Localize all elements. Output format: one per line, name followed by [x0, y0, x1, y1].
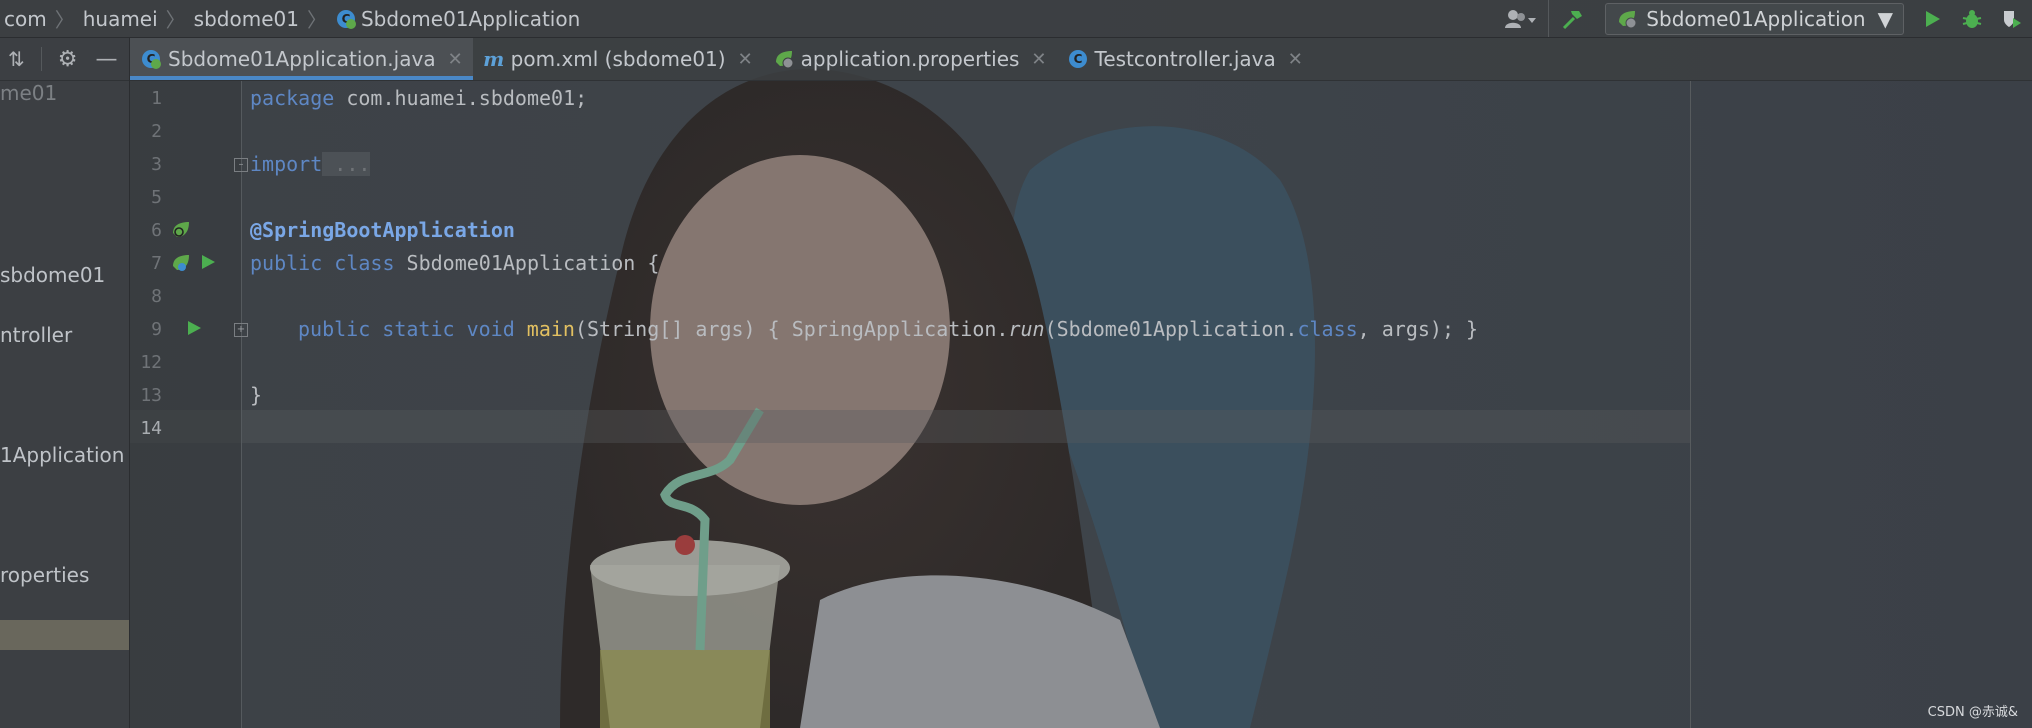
code-line[interactable]: public static void main(String[] args) {… — [298, 317, 1478, 341]
tree-item[interactable]: ntroller — [0, 323, 72, 347]
project-panel: ⇅ ⚙ — me01 sbdome01 ntroller 1Applicatio… — [0, 38, 130, 728]
hammer-icon — [1563, 10, 1583, 29]
navigation-bar: com 〉 huamei 〉 sbdome01 〉 C Sbdome01Appl… — [0, 0, 2032, 38]
static-method-call: run — [1008, 317, 1045, 341]
chevron-right-icon: 〉 — [54, 8, 75, 32]
selected-tree-row[interactable] — [0, 620, 129, 650]
tree-item[interactable]: 1Application — [0, 443, 124, 467]
line-number: 6 — [151, 220, 162, 241]
code-text: (String[] args) { SpringApplication. — [574, 317, 1009, 341]
line-number: 13 — [140, 385, 162, 406]
spring-class-icon: C — [142, 50, 161, 69]
breadcrumb-item-current[interactable]: C Sbdome01Application — [327, 7, 588, 31]
line-number: 5 — [151, 187, 162, 208]
run-gutter-icon[interactable] — [200, 254, 216, 270]
code-text: com.huamei.sbdome01; — [334, 86, 588, 110]
line-number: 12 — [140, 352, 162, 373]
chevron-right-icon: 〉 — [165, 8, 186, 32]
class-icon: C — [1068, 50, 1087, 68]
tab-label: application.properties — [800, 47, 1020, 71]
close-icon[interactable]: ✕ — [1031, 49, 1046, 70]
bug-icon — [1962, 9, 1982, 28]
coverage-button[interactable] — [1992, 0, 2032, 37]
gear-icon[interactable]: ⚙ — [58, 47, 78, 72]
keyword: public static void — [298, 317, 515, 341]
line-number: 1 — [151, 88, 162, 109]
line-number: 14 — [140, 418, 162, 439]
right-margin-guide — [1690, 81, 1691, 728]
code-line[interactable]: package com.huamei.sbdome01; — [250, 86, 587, 110]
code-line[interactable]: public class Sbdome01Application { — [250, 251, 659, 275]
caret-down-icon: ▼ — [1877, 6, 1893, 31]
breadcrumb-item[interactable]: com — [0, 7, 55, 31]
run-configuration-select[interactable]: Sbdome01Application ▼ — [1605, 2, 1904, 35]
spring-bean-icon[interactable] — [170, 252, 192, 274]
editor-tabs: C Sbdome01Application.java ✕ m pom.xml (… — [130, 38, 2032, 81]
breadcrumb-item[interactable]: huamei — [75, 7, 166, 31]
code-text: Sbdome01Application { — [394, 251, 660, 275]
keyword: class — [1297, 317, 1358, 341]
line-number: 7 — [151, 253, 162, 274]
user-switch-button[interactable] — [1494, 0, 1548, 37]
user-icon — [1505, 9, 1537, 28]
svg-text:C: C — [1073, 52, 1082, 66]
method-name: main — [526, 317, 575, 341]
shield-run-icon — [2004, 10, 2021, 28]
tab-sbdome01application-java[interactable]: C Sbdome01Application.java ✕ — [130, 38, 473, 80]
toolbar-divider — [40, 47, 42, 71]
code-line[interactable]: @SpringBootApplication — [250, 218, 515, 242]
line-number: 9 — [151, 319, 162, 340]
breadcrumb-label: Sbdome01Application — [360, 6, 581, 31]
line-number: 8 — [151, 286, 162, 307]
fold-icon[interactable]: + — [234, 323, 248, 337]
maven-icon: m — [483, 47, 505, 71]
run-configuration-label: Sbdome01Application — [1646, 6, 1866, 31]
folded-imports[interactable]: ... — [322, 152, 371, 176]
code-text: (Sbdome01Application. — [1044, 317, 1298, 341]
tab-label: Testcontroller.java — [1094, 47, 1276, 71]
tab-testcontroller-java[interactable]: C Testcontroller.java ✕ — [1057, 38, 1313, 80]
breadcrumb: com 〉 huamei 〉 sbdome01 〉 C Sbdome01Appl… — [0, 0, 588, 37]
project-toolbar: ⇅ ⚙ — — [0, 38, 129, 81]
spring-boot-icon — [1619, 10, 1637, 28]
close-icon[interactable]: ✕ — [448, 49, 463, 70]
line-number: 3 — [151, 154, 162, 175]
close-icon[interactable]: ✕ — [1288, 49, 1303, 70]
tab-label: pom.xml (sbdome01) — [510, 47, 726, 71]
code-text: } — [250, 383, 263, 407]
minimize-icon[interactable]: — — [96, 47, 118, 72]
keyword: public class — [250, 251, 395, 275]
code-line[interactable]: } — [250, 383, 262, 407]
tab-application-properties[interactable]: application.properties ✕ — [763, 38, 1057, 80]
watermark: CSDN @赤诚& — [1927, 705, 2018, 720]
tree-item[interactable]: me01 — [0, 81, 57, 105]
tree-item[interactable]: sbdome01 — [0, 263, 105, 287]
tab-pom-xml[interactable]: m pom.xml (sbdome01) ✕ — [473, 38, 763, 80]
spring-class-icon: C — [336, 9, 356, 29]
keyword: package — [250, 86, 335, 110]
annotation: @SpringBootApplication — [250, 218, 515, 242]
fold-icon[interactable]: – — [234, 158, 248, 172]
run-button[interactable] — [1912, 0, 1952, 37]
code-line[interactable]: import ... — [250, 152, 371, 176]
spring-bean-icon[interactable] — [170, 219, 192, 241]
build-button[interactable] — [1548, 0, 1597, 37]
close-icon[interactable]: ✕ — [738, 49, 753, 70]
code-text: , args); } — [1357, 317, 1479, 341]
debug-button[interactable] — [1952, 0, 1992, 37]
keyword: import — [250, 152, 323, 176]
chevron-right-icon: 〉 — [306, 8, 327, 32]
spring-properties-icon — [775, 51, 794, 69]
run-icon — [1926, 10, 1940, 27]
collapse-all-icon[interactable]: ⇅ — [8, 47, 25, 71]
line-number: 2 — [151, 121, 162, 142]
breadcrumb-item[interactable]: sbdome01 — [186, 7, 307, 31]
tab-label: Sbdome01Application.java — [168, 47, 436, 71]
current-line-highlight — [130, 410, 1690, 443]
tree-item[interactable]: roperties — [0, 563, 89, 587]
run-gutter-icon[interactable] — [186, 320, 202, 336]
